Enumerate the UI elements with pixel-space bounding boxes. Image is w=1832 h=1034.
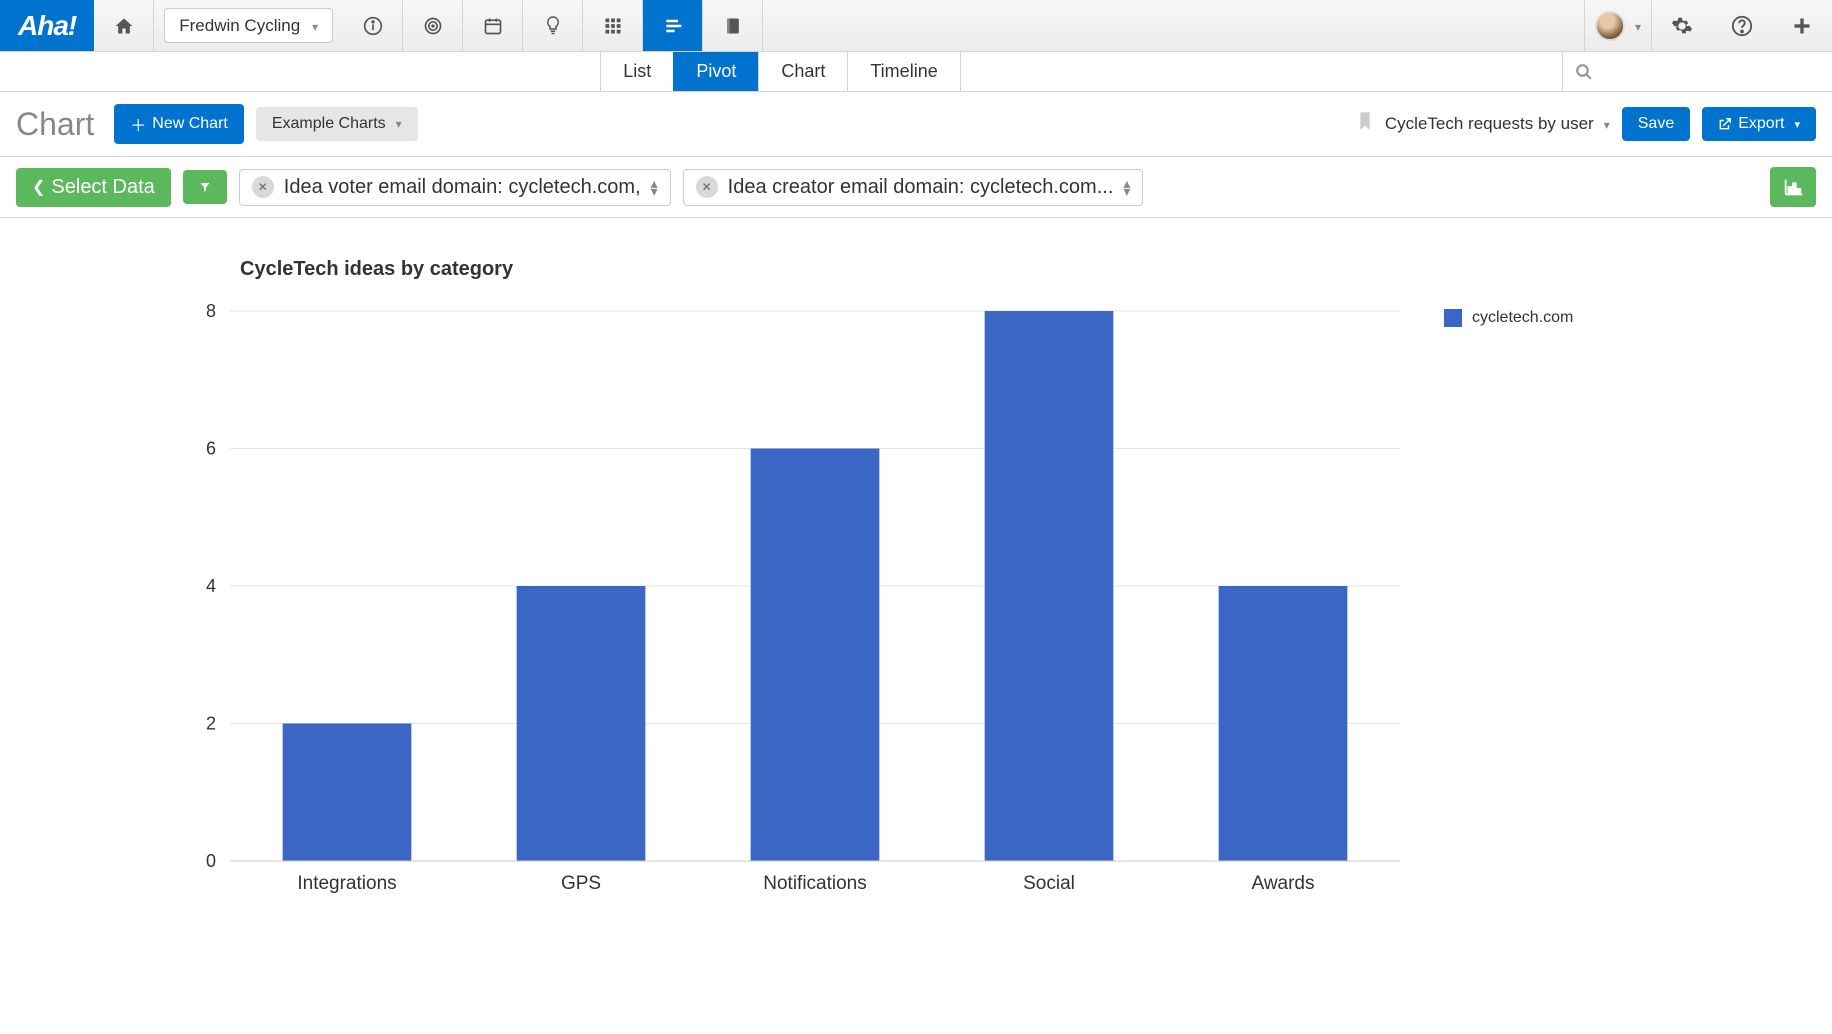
- plus-icon[interactable]: [1772, 0, 1832, 51]
- chevron-down-icon: [1631, 18, 1641, 34]
- filter-creator-domain[interactable]: ✕ Idea creator email domain: cycletech.c…: [683, 169, 1144, 206]
- chevron-down-icon: [392, 115, 402, 133]
- chart-area: CycleTech ideas by category 0 2 4 6 8 Integra…: [0, 218, 1832, 921]
- svg-text:GPS: GPS: [561, 873, 601, 894]
- svg-text:Integrations: Integrations: [297, 873, 396, 894]
- new-chart-label: New Chart: [152, 115, 228, 133]
- apps-grid-icon[interactable]: [583, 0, 643, 51]
- svg-text:2: 2: [206, 714, 216, 734]
- legend: cycletech.com: [1444, 309, 1573, 901]
- legend-item: cycletech.com: [1444, 309, 1573, 327]
- user-menu[interactable]: [1585, 0, 1652, 51]
- export-label: Export: [1738, 115, 1784, 133]
- notebook-icon[interactable]: [703, 0, 763, 51]
- example-charts-label: Example Charts: [272, 115, 386, 133]
- chevron-down-icon: [1790, 115, 1800, 133]
- view-tabs: List Pivot Chart Timeline: [601, 52, 960, 91]
- legend-label: cycletech.com: [1472, 309, 1573, 327]
- filter-funnel-button[interactable]: [183, 170, 227, 204]
- new-chart-button[interactable]: ＋ New Chart: [114, 104, 244, 144]
- export-button[interactable]: Export: [1702, 107, 1816, 141]
- export-icon: [1718, 117, 1732, 131]
- report-name-label: CycleTech requests by user: [1385, 114, 1594, 134]
- info-icon[interactable]: [343, 0, 403, 51]
- product-selector-label: Fredwin Cycling: [179, 16, 300, 36]
- search-input[interactable]: [1562, 52, 1832, 91]
- funnel-icon: [199, 178, 211, 196]
- tab-chart[interactable]: Chart: [758, 52, 848, 91]
- chart-type-button[interactable]: [1770, 167, 1816, 207]
- svg-text:Notifications: Notifications: [763, 873, 867, 894]
- svg-text:0: 0: [206, 851, 216, 871]
- updown-icon[interactable]: ▴▾: [651, 179, 658, 195]
- example-charts-button[interactable]: Example Charts: [256, 107, 418, 141]
- filterbar: ❮ Select Data ✕ Idea voter email domain:…: [0, 157, 1832, 218]
- product-selector[interactable]: Fredwin Cycling: [164, 8, 333, 43]
- chevron-down-icon: [1600, 114, 1610, 134]
- select-data-button[interactable]: ❮ Select Data: [16, 168, 171, 207]
- tab-timeline[interactable]: Timeline: [847, 52, 960, 91]
- chevron-left-icon: ❮: [32, 177, 45, 197]
- remove-filter-icon[interactable]: ✕: [696, 176, 718, 198]
- remove-filter-icon[interactable]: ✕: [252, 176, 274, 198]
- toolbar: Chart ＋ New Chart Example Charts CycleTe…: [0, 92, 1832, 157]
- home-icon[interactable]: [94, 0, 154, 51]
- filter-voter-domain[interactable]: ✕ Idea voter email domain: cycletech.com…: [239, 169, 671, 206]
- bar-chart: 0 2 4 6 8 Integrations GPS Notifications Social A…: [60, 301, 1420, 901]
- target-icon[interactable]: [403, 0, 463, 51]
- view-tabbar: List Pivot Chart Timeline: [0, 52, 1832, 92]
- filter-label: Idea voter email domain: cycletech.com,: [284, 176, 641, 199]
- topbar: Aha! Fredwin Cycling: [0, 0, 1832, 52]
- tab-pivot[interactable]: Pivot: [673, 52, 759, 91]
- svg-text:6: 6: [206, 439, 216, 459]
- page-title: Chart: [16, 106, 94, 143]
- updown-icon[interactable]: ▴▾: [1123, 179, 1130, 195]
- report-name-dropdown[interactable]: CycleTech requests by user: [1385, 114, 1610, 134]
- bar-chart-icon: [1782, 176, 1804, 198]
- chart-title: CycleTech ideas by category: [240, 258, 1772, 281]
- select-data-label: Select Data: [51, 176, 154, 199]
- spacer: [763, 0, 1585, 51]
- chevron-down-icon: [308, 16, 318, 36]
- tab-list[interactable]: List: [600, 52, 674, 91]
- svg-text:Social: Social: [1023, 873, 1075, 894]
- bookmark-icon[interactable]: [1357, 111, 1373, 137]
- lightbulb-icon[interactable]: [523, 0, 583, 51]
- save-button[interactable]: Save: [1622, 107, 1690, 141]
- svg-text:8: 8: [206, 301, 216, 321]
- avatar: [1595, 11, 1625, 41]
- search-icon: [1575, 63, 1593, 81]
- plus-icon: ＋: [130, 112, 146, 136]
- filter-label: Idea creator email domain: cycletech.com…: [728, 176, 1114, 199]
- svg-text:4: 4: [206, 576, 216, 596]
- legend-swatch: [1444, 309, 1462, 327]
- help-icon[interactable]: [1712, 0, 1772, 51]
- gear-icon[interactable]: [1652, 0, 1712, 51]
- reports-icon[interactable]: [643, 0, 703, 51]
- calendar-icon[interactable]: [463, 0, 523, 51]
- svg-text:Awards: Awards: [1251, 873, 1314, 894]
- app-logo[interactable]: Aha!: [0, 0, 94, 51]
